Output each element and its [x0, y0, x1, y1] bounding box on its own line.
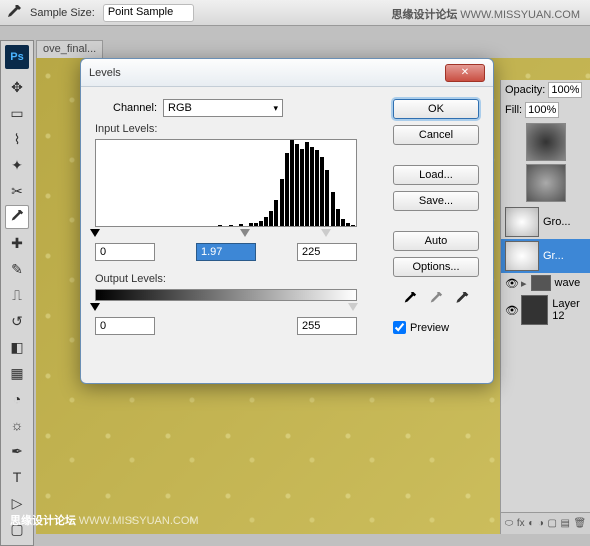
brush-tool[interactable]: ✎	[5, 257, 29, 281]
sample-size-label: Sample Size:	[30, 7, 95, 19]
watermark-bottom-text: 思缘设计论坛	[10, 515, 76, 527]
eye-icon[interactable]: 👁	[505, 277, 517, 289]
fill-label: Fill:	[505, 104, 522, 116]
document-tab[interactable]: ove_final...	[36, 40, 103, 58]
layer-label-wave: wave	[555, 277, 581, 289]
sample-size-select[interactable]: Point Sample	[103, 4, 194, 22]
tools-panel: Ps ✥ ▭ ⌇ ✦ ✂ ✚ ✎ ⎍ ↺ ◧ ▦ ◔ ☼ ✒ T ▷ ▢	[0, 40, 34, 546]
lasso-tool[interactable]: ⌇	[5, 127, 29, 151]
pen-tool[interactable]: ✒	[5, 439, 29, 463]
wand-tool[interactable]: ✦	[5, 153, 29, 177]
layer-thumb-2[interactable]	[526, 164, 566, 202]
output-levels-label: Output Levels:	[95, 273, 379, 285]
layer-row-wave[interactable]: 👁 ▸ wave	[501, 273, 590, 293]
opacity-input[interactable]	[548, 82, 582, 98]
close-button[interactable]: ✕	[445, 64, 485, 82]
fx-icon[interactable]: fx	[517, 518, 525, 529]
opacity-label: Opacity:	[505, 84, 545, 96]
mask-icon[interactable]: ◐	[528, 518, 534, 529]
histogram	[95, 139, 357, 227]
input-slider-track[interactable]	[95, 229, 357, 239]
layer-row-gro[interactable]: Gro...	[501, 205, 590, 239]
dialog-titlebar[interactable]: Levels ✕	[81, 59, 493, 87]
layer-label-12: Layer 12	[552, 298, 586, 322]
channel-label: Channel:	[113, 102, 157, 114]
layer-label-gro: Gro...	[543, 216, 571, 228]
watermark-bottom-url: WWW.MISSYUAN.COM	[79, 515, 199, 527]
crop-tool[interactable]: ✂	[5, 179, 29, 203]
type-tool[interactable]: T	[5, 465, 29, 489]
fill-row: Fill:	[501, 100, 590, 120]
output-white-field[interactable]	[297, 317, 357, 335]
gray-eyedropper-icon[interactable]	[428, 291, 444, 307]
layers-panel: Opacity: Fill: Gro... Gr... 👁 ▸ wave 👁 L…	[500, 80, 590, 534]
input-white-field[interactable]	[297, 243, 357, 261]
dialog-title: Levels	[89, 67, 445, 79]
cancel-button[interactable]: Cancel	[393, 125, 479, 145]
output-slider-track[interactable]	[95, 303, 357, 313]
output-black-field[interactable]	[95, 317, 155, 335]
layers-panel-footer: ⬭ fx ◐ ◑ ▢ ▤ 🗑	[501, 512, 590, 534]
link-icon[interactable]: ⬭	[505, 518, 514, 529]
output-white-slider[interactable]	[348, 303, 358, 311]
layer-label-gr: Gr...	[543, 250, 564, 262]
gradient-tool[interactable]: ▦	[5, 361, 29, 385]
auto-button[interactable]: Auto	[393, 231, 479, 251]
folder-new-icon[interactable]: ▢	[547, 518, 556, 529]
move-tool[interactable]: ✥	[5, 75, 29, 99]
eraser-tool[interactable]: ◧	[5, 335, 29, 359]
options-button[interactable]: Options...	[393, 257, 479, 277]
output-gradient	[95, 289, 357, 301]
new-layer-icon[interactable]: ▤	[560, 518, 569, 529]
layer-thumb-gro	[505, 207, 539, 237]
channel-select[interactable]: RGB	[163, 99, 283, 117]
watermark-top-url: WWW.MISSYUAN.COM	[460, 9, 580, 21]
history-brush-tool[interactable]: ↺	[5, 309, 29, 333]
ps-logo-icon: Ps	[5, 45, 29, 69]
healing-tool[interactable]: ✚	[5, 231, 29, 255]
load-button[interactable]: Load...	[393, 165, 479, 185]
watermark-top-text: 思缘设计论坛	[391, 9, 457, 21]
preview-checkbox[interactable]	[393, 321, 406, 334]
white-point-slider[interactable]	[321, 229, 331, 237]
watermark-top: 思缘设计论坛 WWW.MISSYUAN.COM	[391, 6, 580, 22]
eyedropper-tool[interactable]	[5, 205, 29, 229]
watermark-bottom: 思缘设计论坛 WWW.MISSYUAN.COM	[10, 512, 199, 528]
midtone-slider[interactable]	[240, 229, 250, 237]
white-eyedropper-icon[interactable]	[454, 291, 470, 307]
layer-thumb-1[interactable]	[526, 123, 566, 161]
dodge-tool[interactable]: ☼	[5, 413, 29, 437]
output-black-slider[interactable]	[90, 303, 100, 311]
input-gamma-field[interactable]	[196, 243, 256, 261]
trash-icon[interactable]: 🗑	[573, 518, 586, 529]
fill-input[interactable]	[525, 102, 559, 118]
layer-row-selected[interactable]: Gr...	[501, 239, 590, 273]
eyedropper-icon	[6, 5, 22, 21]
blur-tool[interactable]: ◔	[5, 387, 29, 411]
adjustment-icon[interactable]: ◑	[538, 518, 544, 529]
preview-label: Preview	[410, 322, 449, 334]
layer-thumb-selected	[505, 241, 539, 271]
black-point-slider[interactable]	[90, 229, 100, 237]
stamp-tool[interactable]: ⎍	[5, 283, 29, 307]
layer-thumb-12	[521, 295, 548, 325]
save-button[interactable]: Save...	[393, 191, 479, 211]
ok-button[interactable]: OK	[393, 99, 479, 119]
marquee-tool[interactable]: ▭	[5, 101, 29, 125]
folder-icon	[531, 275, 551, 291]
layer-row-12[interactable]: 👁 Layer 12	[501, 293, 590, 327]
eye-icon-2[interactable]: 👁	[505, 304, 517, 316]
black-eyedropper-icon[interactable]	[402, 291, 418, 307]
levels-dialog: Levels ✕ Channel: RGB Input Levels: Ou	[80, 58, 494, 384]
opacity-row: Opacity:	[501, 80, 590, 100]
input-levels-label: Input Levels:	[95, 123, 379, 135]
input-black-field[interactable]	[95, 243, 155, 261]
